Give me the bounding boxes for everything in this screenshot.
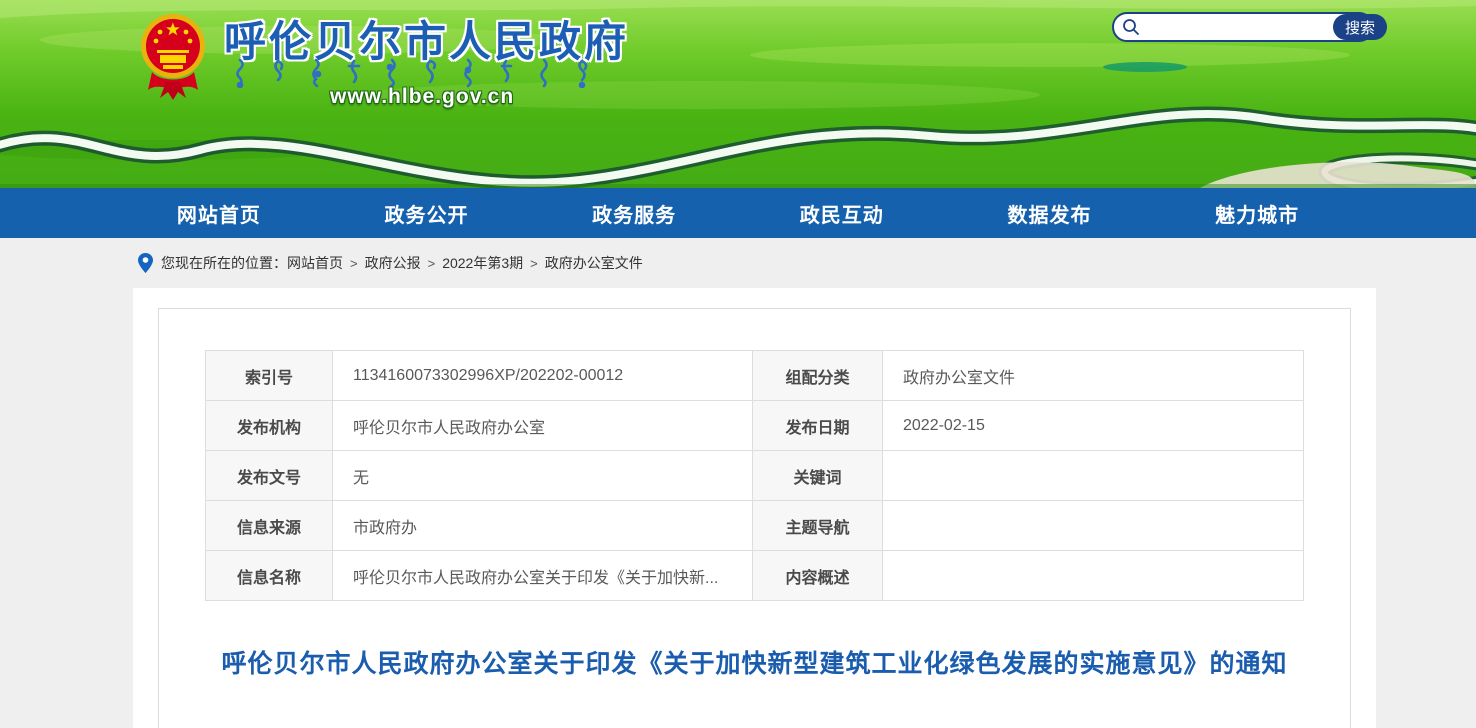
- meta-value-index-number: 1134160073302996XP/202202-00012: [333, 351, 753, 401]
- meta-label-info-name: 信息名称: [206, 551, 333, 601]
- breadcrumb-separator: >: [530, 256, 538, 271]
- document-panel: 索引号 1134160073302996XP/202202-00012 组配分类…: [158, 308, 1351, 728]
- meta-value-info-name: 呼伦贝尔市人民政府办公室关于印发《关于加快新...: [333, 551, 753, 601]
- meta-label-source: 信息来源: [206, 501, 333, 551]
- breadcrumb-link-home[interactable]: 网站首页: [287, 255, 343, 271]
- nav-item-home[interactable]: 网站首页: [163, 189, 275, 238]
- meta-label-doc-number: 发布文号: [206, 451, 333, 501]
- table-row: 索引号 1134160073302996XP/202202-00012 组配分类…: [206, 351, 1304, 401]
- breadcrumb-link-office-docs[interactable]: 政府办公室文件: [545, 255, 643, 271]
- main-nav: 网站首页 政务公开 政务服务 政民互动 数据发布 魅力城市: [0, 188, 1476, 238]
- meta-value-source: 市政府办: [333, 501, 753, 551]
- breadcrumb-prefix: 您现在所在的位置：: [161, 253, 287, 273]
- meta-value-category: 政府办公室文件: [883, 351, 1304, 401]
- meta-label-publish-date: 发布日期: [753, 401, 883, 451]
- meta-label-category: 组配分类: [753, 351, 883, 401]
- table-row: 信息名称 呼伦贝尔市人民政府办公室关于印发《关于加快新... 内容概述: [206, 551, 1304, 601]
- table-row: 发布文号 无 关键词: [206, 451, 1304, 501]
- metadata-table: 索引号 1134160073302996XP/202202-00012 组配分类…: [205, 350, 1304, 601]
- meta-value-topic-nav: [883, 501, 1304, 551]
- location-pin-icon: [138, 253, 153, 273]
- breadcrumb: 您现在所在的位置： 网站首页 > 政府公报 >2022年第3期 > 政府办公室文件: [0, 238, 1476, 288]
- search-button[interactable]: 搜索: [1333, 14, 1387, 40]
- breadcrumb-link-issue[interactable]: 2022年第3期: [442, 255, 523, 271]
- nav-item-interaction[interactable]: 政民互动: [786, 189, 898, 238]
- site-url: www.hlbe.gov.cn: [330, 85, 514, 109]
- header-banner: 呼伦贝尔市人民政府 www.hlbe.gov.cn 搜索: [0, 0, 1476, 188]
- search-icon: [1122, 18, 1140, 36]
- breadcrumb-separator: >: [428, 256, 436, 271]
- meta-value-keywords: [883, 451, 1304, 501]
- nav-item-data-release[interactable]: 数据发布: [993, 189, 1105, 238]
- breadcrumb-separator: >: [350, 256, 358, 271]
- page-title: 呼伦贝尔市人民政府办公室关于印发《关于加快新型建筑工业化绿色发展的实施意见》的通…: [205, 645, 1305, 683]
- content-card: 索引号 1134160073302996XP/202202-00012 组配分类…: [133, 288, 1376, 728]
- meta-value-publish-date: 2022-02-15: [883, 401, 1304, 451]
- search-input[interactable]: [1140, 15, 1333, 39]
- meta-label-topic-nav: 主题导航: [753, 501, 883, 551]
- meta-value-summary: [883, 551, 1304, 601]
- search-box: 搜索: [1112, 12, 1374, 42]
- nav-item-city-charm[interactable]: 魅力城市: [1201, 189, 1313, 238]
- meta-value-doc-number: 无: [333, 451, 753, 501]
- meta-label-summary: 内容概述: [753, 551, 883, 601]
- meta-label-keywords: 关键词: [753, 451, 883, 501]
- meta-value-publisher: 呼伦贝尔市人民政府办公室: [333, 401, 753, 451]
- meta-label-index-number: 索引号: [206, 351, 333, 401]
- breadcrumb-link-gazette[interactable]: 政府公报: [365, 255, 421, 271]
- national-emblem-logo: [140, 10, 206, 102]
- nav-item-gov-services[interactable]: 政务服务: [578, 189, 690, 238]
- meta-label-publisher: 发布机构: [206, 401, 333, 451]
- nav-item-gov-info[interactable]: 政务公开: [370, 189, 482, 238]
- mongolian-script-decoration: [232, 58, 592, 88]
- table-row: 信息来源 市政府办 主题导航: [206, 501, 1304, 551]
- table-row: 发布机构 呼伦贝尔市人民政府办公室 发布日期 2022-02-15: [206, 401, 1304, 451]
